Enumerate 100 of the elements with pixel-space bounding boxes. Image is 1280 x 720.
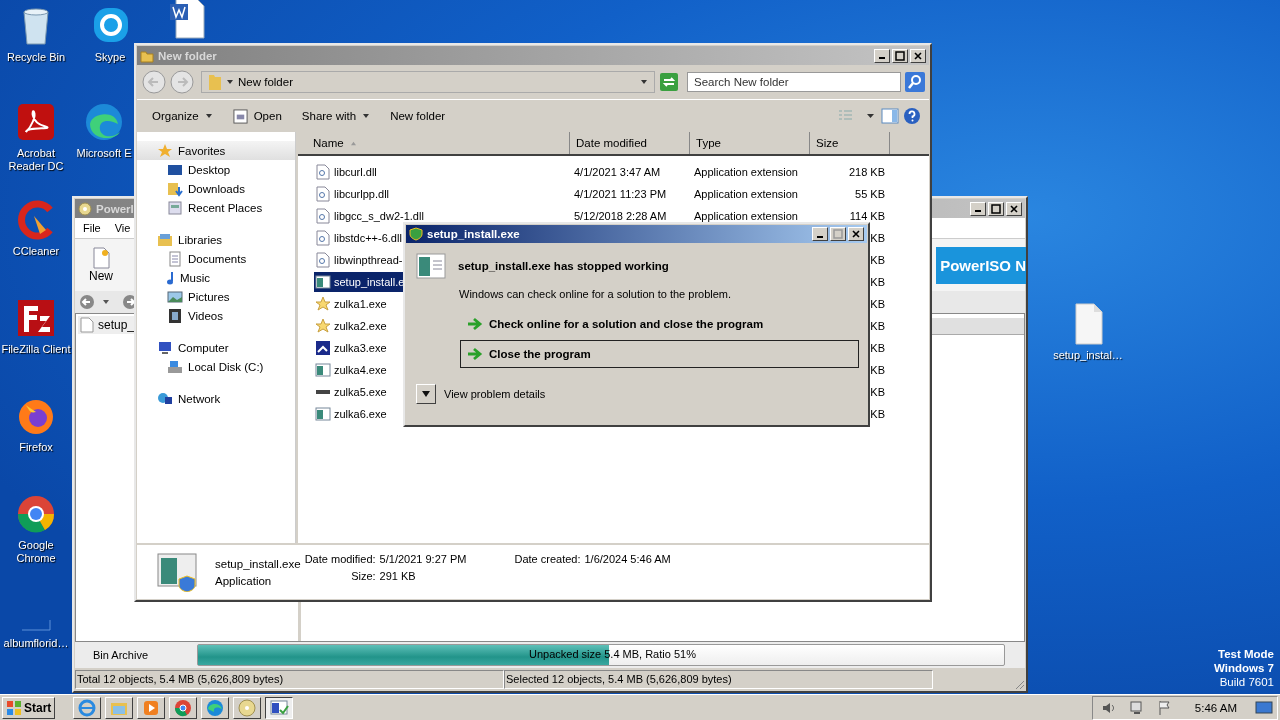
toolbar-button[interactable]: New folder: [385, 107, 451, 125]
close-button[interactable]: [910, 48, 926, 63]
expand-details-button[interactable]: [416, 384, 436, 404]
maximize-icon: [833, 229, 843, 239]
detail-value: 5/1/2021 9:27 PM: [379, 553, 467, 565]
minimize-button[interactable]: [874, 48, 890, 63]
resize-grip-icon[interactable]: [1013, 678, 1025, 690]
address-bar[interactable]: New folder: [201, 71, 655, 93]
file-name[interactable]: libstdc++-6.dll: [314, 228, 405, 248]
minimize-button[interactable]: [970, 201, 986, 216]
new-file-icon: [91, 247, 111, 269]
dropdown-caret-icon[interactable]: [640, 78, 648, 86]
recent-icon: [167, 199, 183, 216]
nav-item[interactable]: Desktop: [137, 160, 295, 179]
disk-icon: [167, 358, 183, 375]
detail-value: 1/6/2024 5:46 AM: [584, 553, 671, 565]
command-link[interactable]: Close the program: [460, 340, 859, 368]
file-name[interactable]: libcurlpp.dll: [314, 184, 393, 204]
computer-icon: [157, 339, 173, 356]
detail-value: 291 KB: [379, 570, 417, 582]
nav-item[interactable]: Videos: [137, 306, 295, 325]
nav-item[interactable]: Favorites: [137, 141, 295, 160]
star-icon: [315, 296, 331, 312]
desktop-icon-label: albumflorid…: [3, 637, 69, 650]
menu-button[interactable]: Organize: [147, 107, 218, 125]
dialog-message: Windows can check online for a solution to the problem.: [459, 288, 732, 300]
table-cell: KB: [870, 254, 885, 266]
file-icon: [80, 317, 94, 333]
window-title: setup_install.exe: [427, 228, 520, 240]
close-button[interactable]: [1006, 201, 1022, 216]
column-header[interactable]: Name: [298, 132, 570, 154]
maximize-button[interactable]: [830, 227, 846, 241]
table-cell-text: Application extension: [693, 210, 799, 222]
maximize-button[interactable]: [892, 48, 908, 63]
table-cell: KB: [870, 276, 885, 288]
nav-item[interactable]: Libraries: [137, 230, 295, 249]
search-field[interactable]: Search New folder: [687, 72, 901, 92]
flag-icon[interactable]: [1156, 699, 1173, 716]
maximize-button[interactable]: [988, 201, 1004, 216]
refresh-icon[interactable]: [659, 72, 679, 92]
maximize-icon: [991, 203, 1001, 214]
archive-type-label: Bin Archive: [92, 649, 150, 661]
detail-label: Size:: [350, 570, 376, 582]
file-name[interactable]: libwinpthread-: [314, 250, 406, 270]
tree-item[interactable]: setup_: [78, 316, 137, 334]
desktop-icon-label: CCleaner: [12, 245, 60, 258]
caret-icon: [204, 112, 213, 120]
application-icon: [315, 406, 331, 422]
file-name[interactable]: zulka6.exe: [314, 404, 390, 424]
file-name[interactable]: libcurl.dll: [314, 162, 380, 182]
nav-item[interactable]: Recent Places: [137, 198, 295, 217]
clock[interactable]: 5:46 AM: [1194, 701, 1237, 714]
close-button[interactable]: [848, 227, 864, 241]
globe-icon: [77, 697, 98, 718]
status-bar-text: Total 12 objects, 5.4 MB (5,626,809 bytes): [75, 669, 504, 689]
arrow-icon: [467, 317, 483, 331]
search-icon[interactable]: [905, 72, 925, 92]
window-title: PowerI: [96, 202, 134, 215]
command-link[interactable]: Check online for a solution and close the program: [460, 310, 859, 338]
column-header[interactable]: Type: [690, 132, 810, 154]
close-icon: [913, 50, 923, 61]
file-name[interactable]: zulka2.exe: [314, 316, 390, 336]
nav-item[interactable]: Downloads: [137, 179, 295, 198]
desktop-icon-label: Recycle Bin: [6, 51, 66, 64]
edge-icon: [205, 697, 226, 718]
start-button[interactable]: Start: [2, 696, 56, 719]
nav-item[interactable]: Pictures: [137, 287, 295, 306]
new-button[interactable]: New: [75, 245, 127, 285]
open-button[interactable]: Open: [227, 105, 287, 127]
help-icon[interactable]: [903, 107, 921, 125]
detail-label: Date created:: [514, 553, 581, 565]
file-name[interactable]: zulka1.exe: [314, 294, 390, 314]
menu-button[interactable]: Share with: [296, 107, 376, 125]
network-icon[interactable]: [1128, 699, 1145, 716]
file-name[interactable]: libgcc_s_dw2-1.dll: [314, 206, 427, 226]
caret-icon: [362, 112, 371, 120]
file-name[interactable]: zulka5.exe: [314, 382, 390, 402]
show-desktop-icon[interactable]: [1255, 699, 1273, 716]
nav-item[interactable]: Computer: [137, 338, 295, 357]
minimize-button[interactable]: [812, 227, 828, 241]
chrome-icon: [173, 697, 194, 718]
file-name[interactable]: zulka3.exe: [314, 338, 390, 358]
nav-item[interactable]: Documents: [137, 249, 295, 268]
file-name[interactable]: zulka4.exe: [314, 360, 390, 380]
nav-item[interactable]: Local Disk (C:): [137, 357, 295, 376]
details-toggle-label[interactable]: View problem details: [444, 388, 546, 400]
application-icon: [269, 697, 290, 718]
table-cell: KB: [870, 386, 885, 398]
menu-item[interactable]: Vie: [114, 222, 131, 234]
menu-item[interactable]: File: [83, 222, 101, 234]
nav-item[interactable]: Network: [137, 389, 295, 408]
window-icon: [232, 108, 248, 124]
table-cell-text: 4/1/2021 3:47 AM: [573, 166, 662, 178]
close-icon: [1009, 203, 1019, 214]
taskbar-button[interactable]: [265, 696, 294, 719]
column-header[interactable]: Date modified: [570, 132, 690, 154]
detail-file-type: Application: [215, 574, 273, 587]
nav-item[interactable]: Music: [137, 268, 295, 287]
column-header[interactable]: Size: [810, 132, 890, 154]
caret-icon[interactable]: [226, 78, 234, 86]
